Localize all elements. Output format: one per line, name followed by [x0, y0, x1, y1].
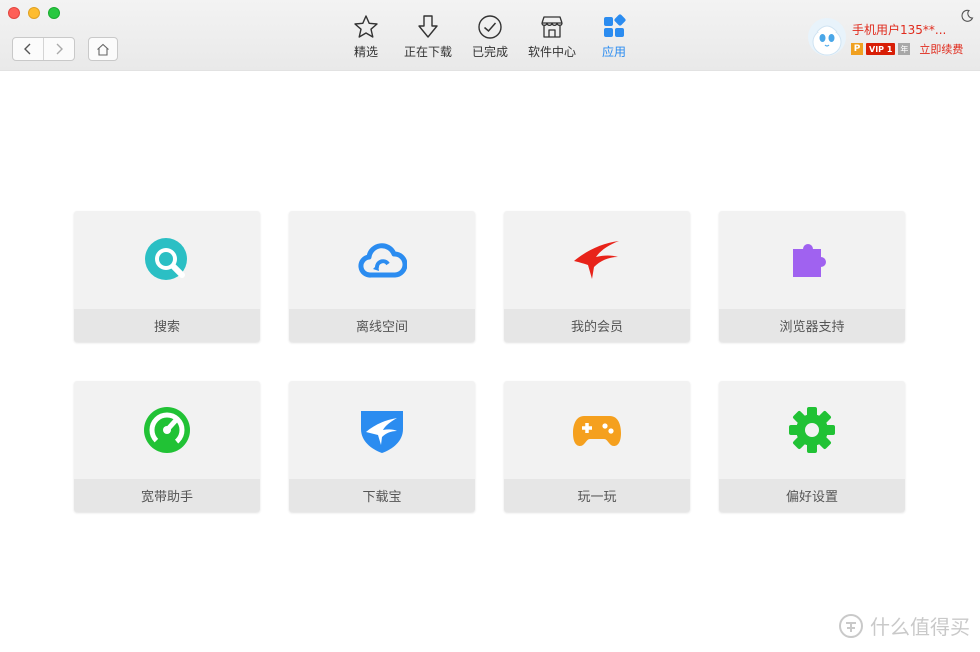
app-card-preferences[interactable]: 偏好设置: [719, 381, 905, 512]
app-label: 偏好设置: [719, 479, 905, 512]
dark-mode-toggle[interactable]: [960, 8, 974, 27]
nav-buttons: [12, 37, 75, 61]
app-label: 搜索: [74, 309, 260, 342]
app-icon: [719, 211, 905, 309]
avatar-mascot-icon: [812, 25, 842, 56]
tab-downloading[interactable]: 正在下载: [397, 14, 459, 66]
tab-label: 精选: [353, 45, 378, 59]
vip-badge: VIP 1: [866, 43, 896, 55]
window-controls: [8, 7, 60, 19]
apps-grid: 搜索 离线空间 我的会员 浏览器支持 宽带助手 下载宝 玩一玩 偏好设置: [74, 211, 905, 512]
tab-label: 应用: [601, 45, 626, 59]
app-icon: [289, 211, 475, 309]
bird-logo-icon: [574, 241, 619, 279]
main-tabs: 精选 正在下载 已完成 软件中心 应用: [335, 14, 645, 66]
app-card-offline-space[interactable]: 离线空间: [289, 211, 475, 342]
download-arrow-icon: [418, 15, 438, 38]
app-icon: [74, 381, 260, 479]
tab-featured[interactable]: 精选: [335, 14, 397, 66]
close-window-button[interactable]: [8, 7, 20, 19]
app-card-download-box[interactable]: 下载宝: [289, 381, 475, 512]
tab-label: 软件中心: [527, 45, 576, 59]
app-icon: [504, 211, 690, 309]
p-badge: P: [851, 43, 863, 55]
app-icon: [504, 381, 690, 479]
username[interactable]: 手机用户135**...: [852, 21, 946, 38]
check-circle-icon: [478, 15, 502, 39]
watermark-text: 什么值得买: [870, 615, 970, 639]
cloud-icon: [358, 243, 407, 278]
app-label: 玩一玩: [504, 479, 690, 512]
app-label: 离线空间: [289, 309, 475, 342]
tab-software-center[interactable]: 软件中心: [521, 14, 583, 66]
tab-label: 正在下载: [403, 45, 452, 59]
forward-button[interactable]: [43, 38, 74, 60]
app-label: 我的会员: [504, 309, 690, 342]
app-label: 下载宝: [289, 479, 475, 512]
app-card-play[interactable]: 玩一玩: [504, 381, 690, 512]
tab-completed[interactable]: 已完成: [459, 14, 521, 66]
maximize-window-button[interactable]: [48, 7, 60, 19]
app-card-broadband-helper[interactable]: 宽带助手: [74, 381, 260, 512]
watermark-logo-icon: [839, 613, 863, 638]
store-icon: [541, 16, 563, 38]
chevron-left-icon: [24, 43, 31, 55]
app-card-browser-support[interactable]: 浏览器支持: [719, 211, 905, 342]
apps-grid-icon: [604, 14, 626, 37]
puzzle-icon: [793, 244, 826, 277]
shield-bird-icon: [361, 411, 403, 453]
watermark: 什么值得买: [838, 611, 970, 640]
home-icon: [97, 43, 109, 56]
app-card-membership[interactable]: 我的会员: [504, 211, 690, 342]
tab-apps[interactable]: 应用: [583, 14, 645, 66]
gamepad-icon: [573, 416, 621, 446]
moon-icon: [961, 9, 974, 22]
app-icon: [74, 211, 260, 309]
search-icon: [145, 238, 187, 280]
app-label: 浏览器支持: [719, 309, 905, 342]
avatar[interactable]: [808, 18, 846, 56]
app-icon: [289, 381, 475, 479]
app-label: 宽带助手: [74, 479, 260, 512]
gear-icon: [789, 407, 835, 453]
minimize-window-button[interactable]: [28, 7, 40, 19]
app-icon: [719, 381, 905, 479]
user-panel[interactable]: 手机用户135**... P VIP 1 年 立即续费: [808, 18, 980, 62]
speedometer-icon: [144, 407, 190, 453]
app-window: 精选 正在下载 已完成 软件中心 应用 手机用户135**... P VIP 1…: [0, 0, 980, 652]
home-button[interactable]: [88, 37, 118, 61]
toolbar: 精选 正在下载 已完成 软件中心 应用 手机用户135**... P VIP 1…: [0, 0, 980, 71]
user-badges: P VIP 1 年 立即续费: [851, 41, 963, 57]
renew-link[interactable]: 立即续费: [919, 41, 963, 57]
star-icon: [354, 15, 378, 38]
tab-label: 已完成: [471, 45, 508, 59]
year-badge: 年: [898, 43, 911, 55]
app-card-search[interactable]: 搜索: [74, 211, 260, 342]
back-button[interactable]: [13, 38, 43, 60]
chevron-right-icon: [56, 43, 63, 55]
